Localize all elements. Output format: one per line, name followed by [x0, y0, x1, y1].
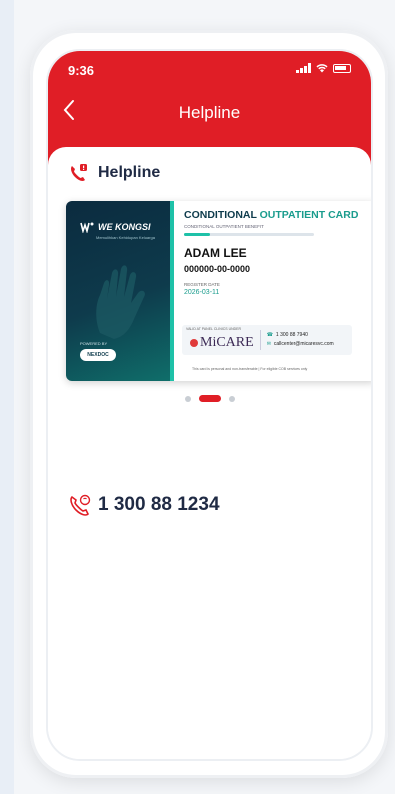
content-sheet: Helpline WE KONGSI Memulihkan Kehidupan …: [48, 147, 371, 759]
carousel-dot[interactable]: [184, 395, 191, 402]
card-progress-bar: [184, 233, 314, 236]
status-time: 9:36: [68, 63, 95, 78]
helpline-phone-number: 1 300 88 1234: [98, 494, 220, 515]
micare-logo: MiCARE: [190, 335, 254, 351]
register-date-value: 2026-03-11: [184, 289, 220, 296]
membership-card[interactable]: WE KONGSI Memulihkan Kehidupan Keluarga …: [66, 201, 371, 381]
carousel-indicator: [48, 395, 371, 402]
mail-small-icon: ✉: [266, 341, 271, 347]
partner-divider: [259, 330, 261, 350]
app-screen: 9:36 Helpline Helpline WE KONGSI Memulih…: [46, 49, 373, 761]
card-holder-name: ADAM LEE: [184, 246, 247, 260]
helpline-number-row[interactable]: 1 300 88 1234: [68, 493, 220, 517]
hand-logo-icon: [80, 222, 94, 233]
card-footer-note: This card is personal and non-transferab…: [192, 367, 308, 371]
carousel-dot[interactable]: [228, 395, 235, 402]
hand-watermark-icon: [96, 265, 145, 339]
partner-phone: ☎ 1 300 88 7940: [266, 332, 308, 338]
card-details-panel: CONDITIONAL OUTPATIENT CARD CONDITIONAL …: [174, 201, 371, 381]
signal-icon: [296, 63, 311, 73]
phone-call-icon: [70, 494, 91, 516]
nexdoc-logo: NEXDOC: [80, 349, 116, 361]
card-brand-panel: WE KONGSI Memulihkan Kehidupan Keluarga …: [66, 201, 170, 381]
powered-by-label: POWERED BY: [80, 341, 108, 346]
card-title: CONDITIONAL OUTPATIENT CARD: [184, 209, 359, 221]
valid-at-label: VALID AT PANEL CLINICS UNDER: [186, 327, 242, 331]
partner-info-box: VALID AT PANEL CLINICS UNDER MiCARE ☎ 1 3…: [182, 325, 352, 355]
partner-contacts: ☎ 1 300 88 7940 ✉ callcenter@micaresvc.com: [267, 331, 334, 349]
helpline-section-label: Helpline: [98, 164, 161, 181]
register-date-label: REGISTER DATE: [184, 282, 220, 287]
micare-dot-icon: [190, 339, 198, 347]
phone-alert-icon: [71, 164, 87, 181]
we-kongsi-logo: WE KONGSI: [80, 221, 151, 233]
card-subtitle: CONDITIONAL OUTPATIENT BENEFIT: [184, 224, 264, 229]
page-title: Helpline: [178, 103, 241, 122]
helpline-heading: Helpline: [68, 163, 160, 183]
battery-icon: [333, 63, 351, 73]
brand-tagline: Memulihkan Kehidupan Keluarga: [96, 235, 155, 240]
page-side-strip: [0, 0, 14, 794]
phone-small-icon: ☎: [266, 332, 273, 338]
partner-email: ✉ callcenter@micaresvc.com: [266, 341, 334, 347]
wifi-icon: [316, 64, 328, 73]
status-icons: [296, 63, 351, 73]
card-holder-id: 000000-00-0000: [184, 264, 251, 274]
carousel-dot-active[interactable]: [198, 395, 221, 402]
